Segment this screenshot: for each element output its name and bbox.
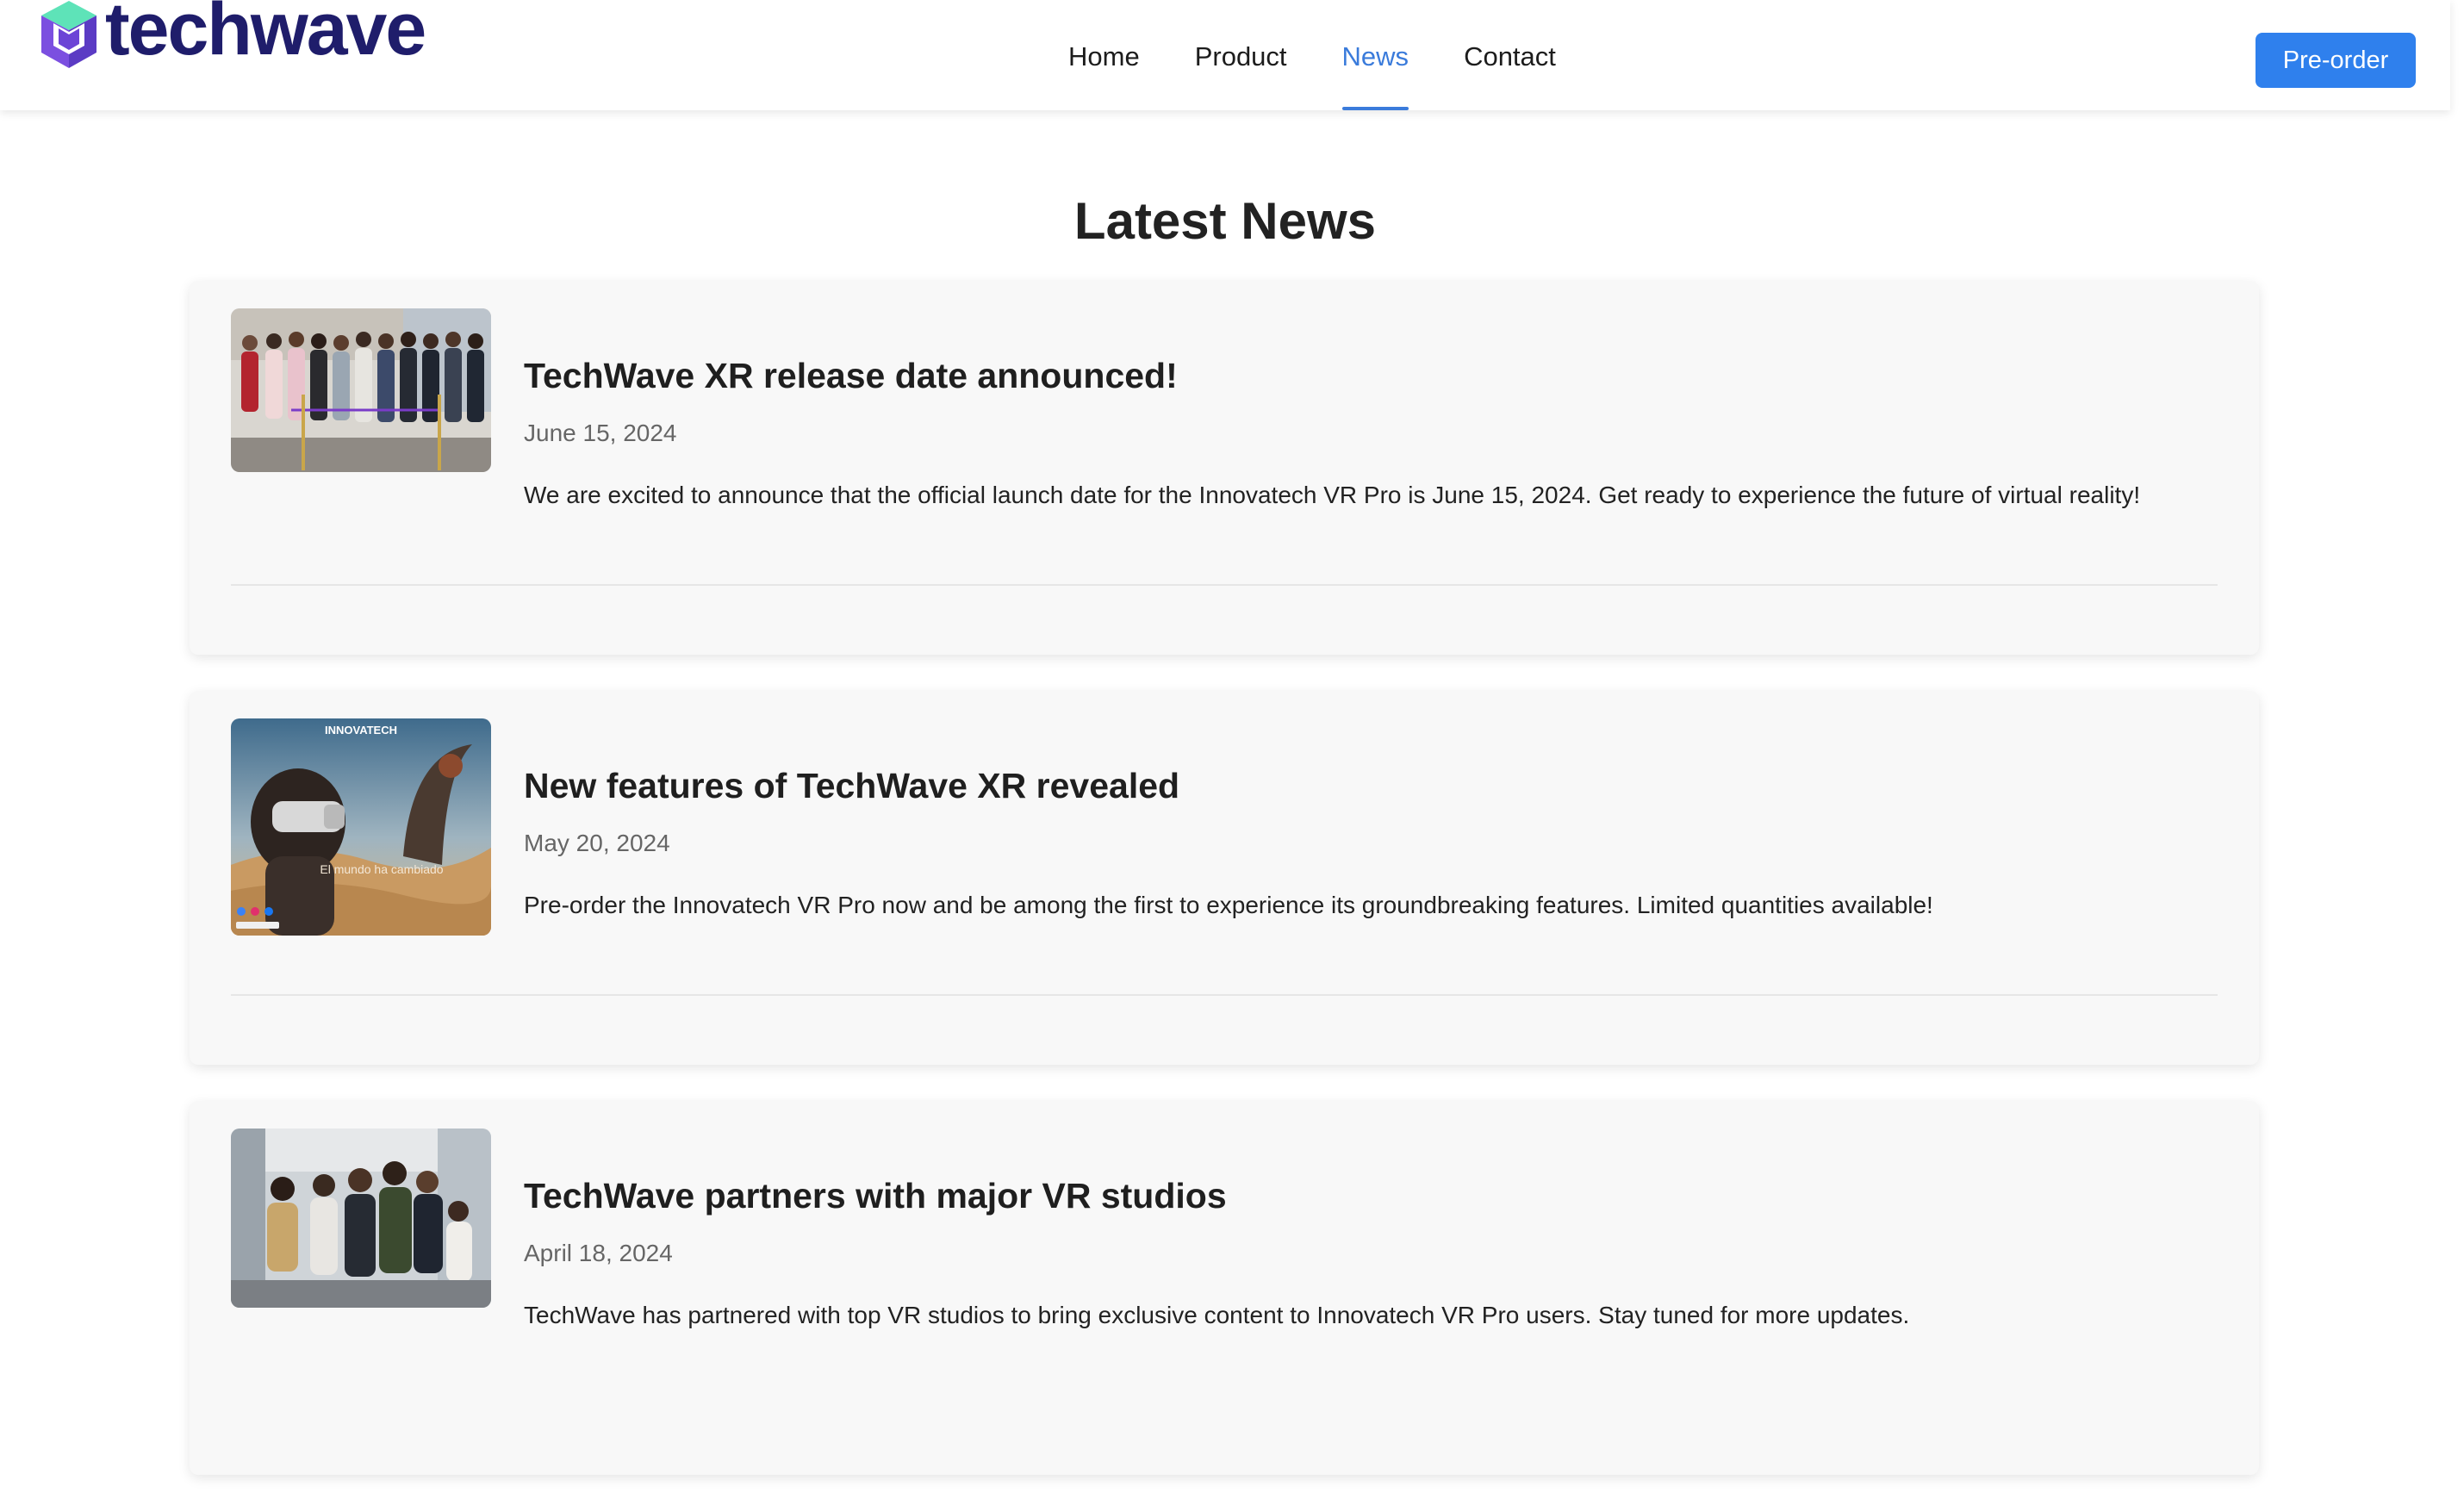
news-title[interactable]: TechWave XR release date announced! bbox=[524, 355, 2224, 397]
news-title[interactable]: New features of TechWave XR revealed bbox=[524, 765, 2224, 807]
news-text: We are excited to announce that the offi… bbox=[524, 482, 2141, 509]
nav-item-contact[interactable]: Contact bbox=[1464, 0, 1556, 110]
news-text: Pre-order the Innovatech VR Pro now and … bbox=[524, 892, 1933, 919]
divider bbox=[231, 994, 2218, 996]
preorder-button[interactable]: Pre-order bbox=[2256, 33, 2416, 88]
news-content: TechWave XR release date announced! June… bbox=[524, 355, 2224, 512]
photo-brand-text: INNOVATECH bbox=[325, 724, 397, 737]
vr-headset-desert-photo-icon: INNOVATECH El mundo ha cambiado bbox=[231, 718, 491, 936]
nav-item-news[interactable]: News bbox=[1341, 0, 1409, 110]
news-card: TechWave partners with major VR studios … bbox=[190, 1101, 2259, 1475]
news-card: TechWave XR release date announced! June… bbox=[190, 281, 2259, 655]
nav-item-label: News bbox=[1341, 41, 1409, 72]
news-list: TechWave XR release date announced! June… bbox=[190, 281, 2259, 1511]
news-thumbnail[interactable]: INNOVATECH El mundo ha cambiado bbox=[231, 718, 491, 936]
group-ribbon-cutting-photo-icon bbox=[231, 308, 491, 472]
nav-item-home[interactable]: Home bbox=[1068, 0, 1140, 110]
team-group-photo-icon bbox=[231, 1129, 491, 1308]
news-date: April 18, 2024 bbox=[524, 1240, 673, 1267]
news-content: New features of TechWave XR revealed May… bbox=[524, 765, 2224, 922]
divider bbox=[231, 584, 2218, 586]
nav-item-product[interactable]: Product bbox=[1195, 0, 1287, 110]
news-card: INNOVATECH El mundo ha cambiado New feat… bbox=[190, 691, 2259, 1065]
news-thumbnail[interactable] bbox=[231, 1129, 491, 1308]
photo-caption-text: El mundo ha cambiado bbox=[320, 862, 443, 876]
logo[interactable]: techwave bbox=[38, 0, 426, 71]
news-thumbnail[interactable] bbox=[231, 308, 491, 472]
news-date: May 20, 2024 bbox=[524, 830, 670, 857]
main-nav: Home Product News Contact bbox=[1068, 0, 1611, 110]
page-title: Latest News bbox=[1073, 192, 1377, 250]
nav-item-label: Home bbox=[1068, 41, 1140, 72]
site-header: techwave Home Product News Contact Pre-o… bbox=[0, 0, 2450, 110]
news-date: June 15, 2024 bbox=[524, 420, 677, 447]
news-text: TechWave has partnered with top VR studi… bbox=[524, 1302, 1910, 1329]
cube-logo-icon bbox=[41, 1, 96, 68]
nav-item-label: Contact bbox=[1464, 41, 1556, 72]
news-title[interactable]: TechWave partners with major VR studios bbox=[524, 1175, 2224, 1217]
nav-item-label: Product bbox=[1194, 41, 1287, 72]
news-content: TechWave partners with major VR studios … bbox=[524, 1175, 2224, 1332]
logo-wordmark: techwave bbox=[105, 0, 426, 71]
